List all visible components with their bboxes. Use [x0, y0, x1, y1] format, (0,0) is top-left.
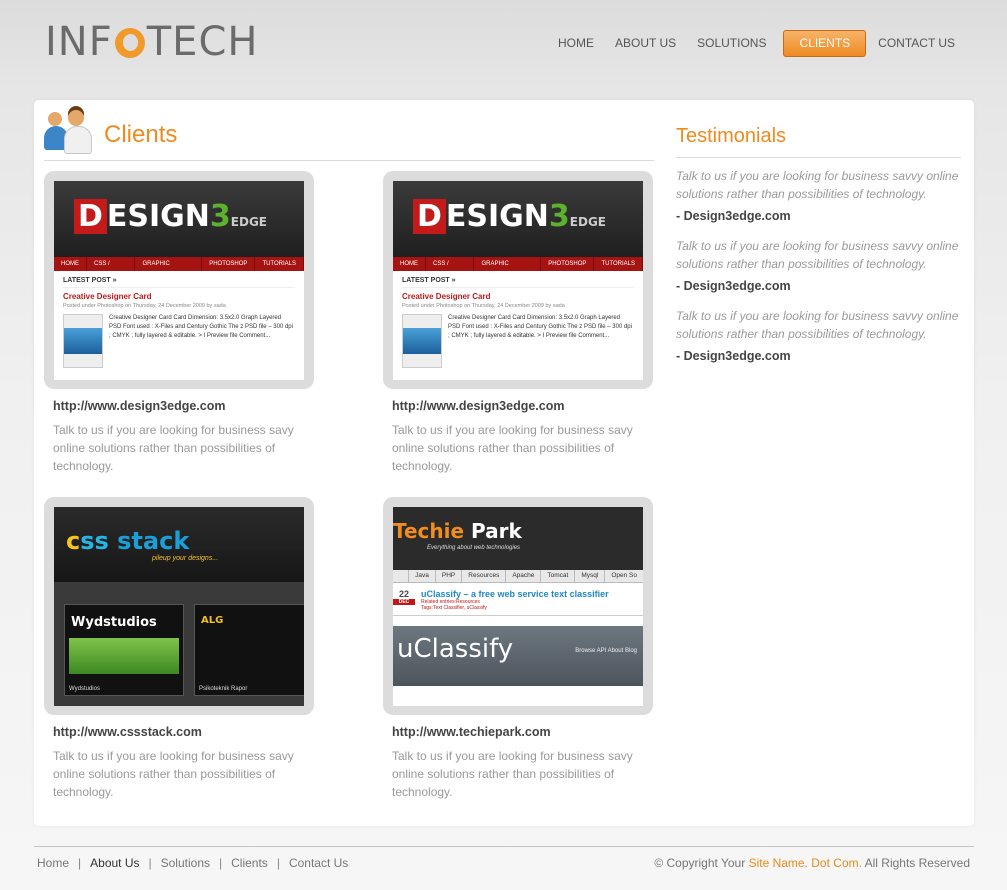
clients-header: Clients [44, 108, 654, 161]
footer-link-home[interactable]: Home [37, 856, 69, 870]
page-title: Clients [104, 121, 178, 148]
logo-text-left: INF [45, 19, 113, 65]
testimonial-quote: Talk to us if you are looking for busine… [676, 169, 959, 201]
logo-o-icon [114, 28, 145, 58]
footer-separator: | [219, 856, 223, 870]
copyright-site-link[interactable]: Site Name. Dot Com. [749, 856, 862, 870]
footer-link-solutions[interactable]: Solutions [161, 856, 210, 870]
content-panel: Clients D ESIGN3EDGE HOME CSS / HTML GRAPHI… [34, 100, 974, 826]
client-url-link[interactable]: http://www.techiepark.com [392, 725, 653, 739]
client-url-link[interactable]: http://www.design3edge.com [53, 399, 314, 413]
nav-about-us[interactable]: ABOUT US [605, 30, 686, 57]
testimonials-title: Testimonials [676, 125, 961, 158]
site-logo[interactable]: INF TECH [45, 22, 258, 62]
logo-text-right: TECH [146, 19, 259, 65]
footer-divider [34, 846, 974, 847]
footer-separator: | [148, 856, 152, 870]
nav-contact-us[interactable]: CONTACT US [868, 30, 965, 57]
testimonial-quote: Talk to us if you are looking for busine… [676, 309, 959, 341]
footer-link-about-us[interactable]: About Us [90, 856, 139, 870]
footer-link-contact-us[interactable]: Contact Us [289, 856, 348, 870]
cssstack-screenshot: css stack pileup your designs... Wydstud… [54, 507, 304, 706]
client-card: D ESIGN3EDGE HOME CSS / HTML GRAPHIC DESIGN… [383, 171, 653, 475]
testimonial-author: - Design3edge.com [676, 349, 791, 363]
copyright: © Copyright Your Site Name. Dot Com. All… [654, 856, 970, 870]
copyright-suffix: All Rights Reserved [864, 856, 970, 870]
design3edge-screenshot: D ESIGN3EDGE HOME CSS / HTML GRAPHIC DESIGN… [54, 181, 304, 380]
client-description: Talk to us if you are looking for busine… [53, 423, 294, 473]
users-icon [44, 110, 94, 154]
testimonial-author: - Design3edge.com [676, 279, 791, 293]
client-card: D ESIGN3EDGE HOME CSS / HTML GRAPHIC DESIGN… [44, 171, 314, 475]
footer-link-clients[interactable]: Clients [231, 856, 268, 870]
client-thumbnail-frame[interactable]: D ESIGN3EDGE HOME CSS / HTML GRAPHIC DESIGN… [383, 171, 653, 389]
client-thumbnail-frame[interactable]: css stack pileup your designs... Wydstud… [44, 497, 314, 715]
techiepark-screenshot: Techie Park Everything about web technol… [393, 507, 643, 706]
footer-nav: Home | About Us | Solutions | Clients | … [37, 856, 348, 870]
design3edge-screenshot: D ESIGN3EDGE HOME CSS / HTML GRAPHIC DESIGN… [393, 181, 643, 380]
nav-clients[interactable]: CLIENTS [783, 30, 867, 57]
client-url-link[interactable]: http://www.cssstack.com [53, 725, 314, 739]
client-thumbnail-frame[interactable]: D ESIGN3EDGE HOME CSS / HTML GRAPHIC DESIGN… [44, 171, 314, 389]
footer-separator: | [78, 856, 82, 870]
nav-home[interactable]: HOME [548, 30, 604, 57]
client-thumbnail-frame[interactable]: Techie Park Everything about web technol… [383, 497, 653, 715]
client-description: Talk to us if you are looking for busine… [53, 749, 294, 799]
client-card: css stack pileup your designs... Wydstud… [44, 497, 314, 801]
testimonial-author: - Design3edge.com [676, 209, 791, 223]
testimonial-quote: Talk to us if you are looking for busine… [676, 239, 959, 271]
client-description: Talk to us if you are looking for busine… [392, 423, 633, 473]
copyright-prefix: © Copyright Your [654, 856, 746, 870]
client-description: Talk to us if you are looking for busine… [392, 749, 633, 799]
testimonials-section: Testimonials Talk to us if you are looki… [676, 125, 961, 377]
client-url-link[interactable]: http://www.design3edge.com [392, 399, 653, 413]
footer-separator: | [276, 856, 280, 870]
nav-solutions[interactable]: SOLUTIONS [687, 30, 776, 57]
client-card: Techie Park Everything about web technol… [383, 497, 653, 801]
main-nav: HOME ABOUT US SOLUTIONS CLIENTS CONTACT … [548, 30, 966, 57]
